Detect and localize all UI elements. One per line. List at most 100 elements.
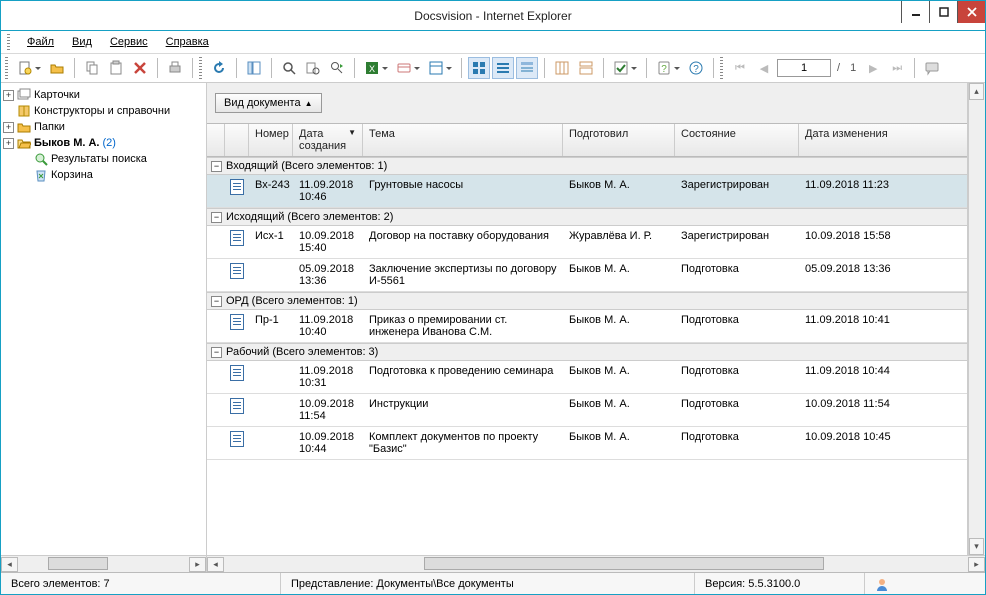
- grid-pane: Вид документа ▲ Номер Дата создания ▼ Те…: [207, 83, 985, 572]
- group-row[interactable]: −Рабочий (Всего элементов: 3): [207, 343, 967, 361]
- sort-asc-icon: ▲: [305, 99, 313, 108]
- table-row[interactable]: 10.09.2018 11:54ИнструкцииБыков М. А.Под…: [207, 394, 967, 427]
- cell-state: Подготовка: [675, 394, 799, 414]
- table-row[interactable]: 10.09.2018 10:44Комплект документов по п…: [207, 427, 967, 460]
- refresh-button[interactable]: [208, 57, 230, 79]
- minimize-button[interactable]: [901, 1, 929, 23]
- tree-node[interactable]: +Карточки: [3, 87, 204, 103]
- group-row[interactable]: −ОРД (Всего элементов: 1): [207, 292, 967, 310]
- print-button[interactable]: [164, 57, 186, 79]
- col-theme[interactable]: Тема: [363, 124, 563, 156]
- group-title: ОРД (Всего элементов: 1): [226, 295, 358, 307]
- document-icon: [230, 314, 244, 330]
- group-collapse-icon[interactable]: −: [211, 347, 222, 358]
- page-next-button[interactable]: ▶: [862, 57, 884, 79]
- menu-file[interactable]: Файл: [19, 34, 62, 50]
- menu-view[interactable]: Вид: [64, 34, 100, 50]
- group-by-chip[interactable]: Вид документа ▲: [215, 93, 322, 113]
- find-next-icon: [329, 60, 345, 76]
- columns-button[interactable]: [551, 57, 573, 79]
- cell-modified: 10.09.2018 10:45: [799, 427, 937, 447]
- help-dropdown-button[interactable]: ?: [653, 57, 683, 79]
- table-row[interactable]: Вх-24311.09.2018 10:46Грунтовые насосыБы…: [207, 175, 967, 208]
- close-button[interactable]: [957, 1, 985, 23]
- folder-tree[interactable]: +КарточкиКонструкторы и справочни+Папки+…: [1, 83, 206, 555]
- help-icon: ?: [688, 60, 704, 76]
- scroll-down-icon[interactable]: ▾: [969, 538, 984, 555]
- page-last-button[interactable]: ⏭: [886, 57, 908, 79]
- chat-button[interactable]: [921, 57, 943, 79]
- find-next-button[interactable]: [326, 57, 348, 79]
- cell-number: Исх-1: [249, 226, 293, 246]
- check-button[interactable]: [610, 57, 640, 79]
- maximize-button[interactable]: [929, 1, 957, 23]
- menu-service[interactable]: Сервис: [102, 34, 156, 50]
- table-row[interactable]: 11.09.2018 10:31Подготовка к проведению …: [207, 361, 967, 394]
- copy-button[interactable]: [81, 57, 103, 79]
- tree-node[interactable]: Корзина: [3, 167, 204, 183]
- toggle-tree-button[interactable]: [243, 57, 265, 79]
- group-collapse-icon[interactable]: −: [211, 161, 222, 172]
- paste-button[interactable]: [105, 57, 127, 79]
- grid-hscrollbar[interactable]: ◂ ▸: [207, 555, 985, 572]
- group-by-bar[interactable]: Вид документа ▲: [207, 83, 967, 124]
- table-row[interactable]: Исх-110.09.2018 15:40Договор на поставку…: [207, 226, 967, 259]
- cell-prepared: Быков М. А.: [563, 394, 675, 414]
- open-folder-button[interactable]: [46, 57, 68, 79]
- grid-scroll-thumb[interactable]: [424, 557, 824, 570]
- new-button[interactable]: [14, 57, 44, 79]
- col-expander[interactable]: [207, 124, 225, 156]
- card-action-button[interactable]: [393, 57, 423, 79]
- scroll-right-icon[interactable]: ▸: [189, 557, 206, 572]
- group-collapse-icon[interactable]: −: [211, 212, 222, 223]
- grid-vscrollbar[interactable]: ▴ ▾: [968, 83, 985, 555]
- table-row[interactable]: Пр-111.09.2018 10:40Приказ о премировани…: [207, 310, 967, 343]
- col-state[interactable]: Состояние: [675, 124, 799, 156]
- help-button[interactable]: ?: [685, 57, 707, 79]
- col-modified[interactable]: Дата изменения: [799, 124, 937, 156]
- group-title: Исходящий (Всего элементов: 2): [226, 211, 393, 223]
- search-results-icon: [34, 152, 48, 166]
- delete-button[interactable]: [129, 57, 151, 79]
- delete-icon: [132, 60, 148, 76]
- tree-scroll-thumb[interactable]: [48, 557, 108, 570]
- page-first-button[interactable]: ⏮: [729, 57, 751, 79]
- tree-expander-icon[interactable]: +: [3, 90, 14, 101]
- page-prev-button[interactable]: ◀: [753, 57, 775, 79]
- col-created[interactable]: Дата создания ▼: [293, 124, 363, 156]
- grid-scroll-left-icon[interactable]: ◂: [207, 557, 224, 572]
- grouping-button[interactable]: [575, 57, 597, 79]
- page-sep-label: /: [833, 62, 844, 74]
- tree-node[interactable]: +Папки: [3, 119, 204, 135]
- grid-scroll-right-icon[interactable]: ▸: [968, 557, 985, 572]
- export-excel-button[interactable]: X: [361, 57, 391, 79]
- view-list-button[interactable]: [492, 57, 514, 79]
- group-row[interactable]: −Исходящий (Всего элементов: 2): [207, 208, 967, 226]
- col-prepared[interactable]: Подготовил: [563, 124, 675, 156]
- page-number-input[interactable]: [777, 59, 831, 77]
- view-icons-button[interactable]: [468, 57, 490, 79]
- search-button[interactable]: [278, 57, 300, 79]
- tree-label: Быков М. А.: [34, 137, 99, 149]
- advanced-search-button[interactable]: [302, 57, 324, 79]
- tree-hscrollbar[interactable]: ◂ ▸: [1, 555, 206, 572]
- scroll-left-icon[interactable]: ◂: [1, 557, 18, 572]
- row-icon-cell: [225, 226, 249, 250]
- tree-node[interactable]: +Быков М. А. (2): [3, 135, 204, 151]
- group-title: Рабочий (Всего элементов: 3): [226, 346, 378, 358]
- group-title: Входящий (Всего элементов: 1): [226, 160, 387, 172]
- tree-node[interactable]: Результаты поиска: [3, 151, 204, 167]
- group-row[interactable]: −Входящий (Всего элементов: 1): [207, 157, 967, 175]
- view-mode-button[interactable]: [425, 57, 455, 79]
- tree-expander-icon[interactable]: +: [3, 122, 14, 133]
- table-row[interactable]: 05.09.2018 13:36Заключение экспертизы по…: [207, 259, 967, 292]
- scroll-up-icon[interactable]: ▴: [969, 83, 984, 100]
- col-number[interactable]: Номер: [249, 124, 293, 156]
- tree-expander-icon[interactable]: +: [3, 138, 14, 149]
- group-collapse-icon[interactable]: −: [211, 296, 222, 307]
- tree-node[interactable]: Конструкторы и справочни: [3, 103, 204, 119]
- col-icon[interactable]: [225, 124, 249, 156]
- menu-help[interactable]: Справка: [158, 34, 217, 50]
- toolbar-grip2-icon: [199, 57, 202, 79]
- view-details-button[interactable]: [516, 57, 538, 79]
